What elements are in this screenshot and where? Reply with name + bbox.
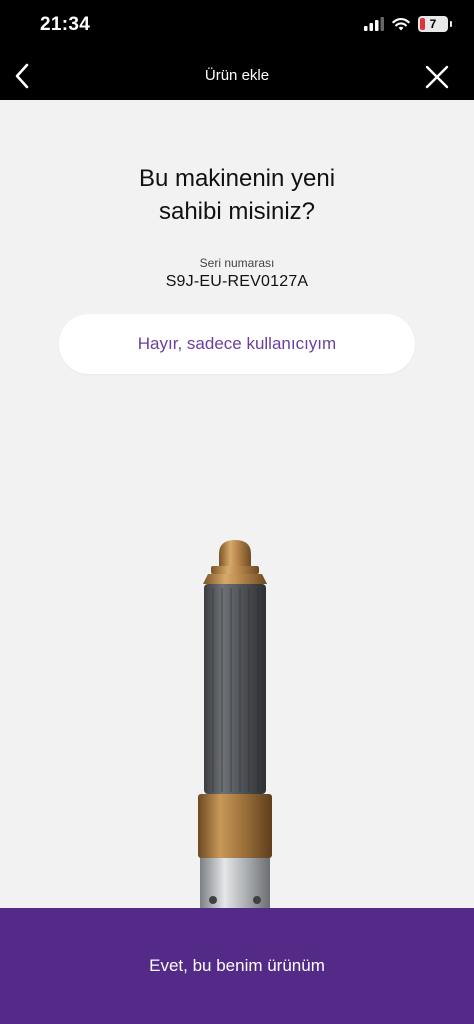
question-line-2: sahibi misiniz? xyxy=(158,198,316,225)
battery-nub xyxy=(450,21,452,27)
page-title: Ürün ekle xyxy=(204,67,270,84)
wifi-icon xyxy=(392,18,410,31)
close-button[interactable] xyxy=(424,64,450,90)
product-image xyxy=(198,540,272,908)
status-icons: 7 xyxy=(364,16,452,32)
status-time: 21:34 xyxy=(40,14,91,35)
battery-icon: 7 xyxy=(418,16,448,32)
battery-level: 7 xyxy=(429,17,437,31)
question-line-1: Bu makinenin yeni xyxy=(138,165,336,192)
top-bar: 21:34 7 Ürün ekle xyxy=(0,0,474,100)
close-icon xyxy=(425,65,449,89)
serial-number: S9J-EU-REV0127A xyxy=(165,273,309,290)
ownership-question: Bu makinenin yeni sahibi misiniz? xyxy=(0,162,474,228)
signal-icon xyxy=(364,17,384,31)
confirm-owner-button[interactable]: Evet, bu benim ürünüm xyxy=(0,908,474,1024)
main-content: Bu makinenin yeni sahibi misiniz? Seri n… xyxy=(0,100,474,908)
serial-label: Seri numarası xyxy=(199,256,275,270)
not-owner-button[interactable]: Hayır, sadece kullanıcıyım xyxy=(59,314,415,374)
